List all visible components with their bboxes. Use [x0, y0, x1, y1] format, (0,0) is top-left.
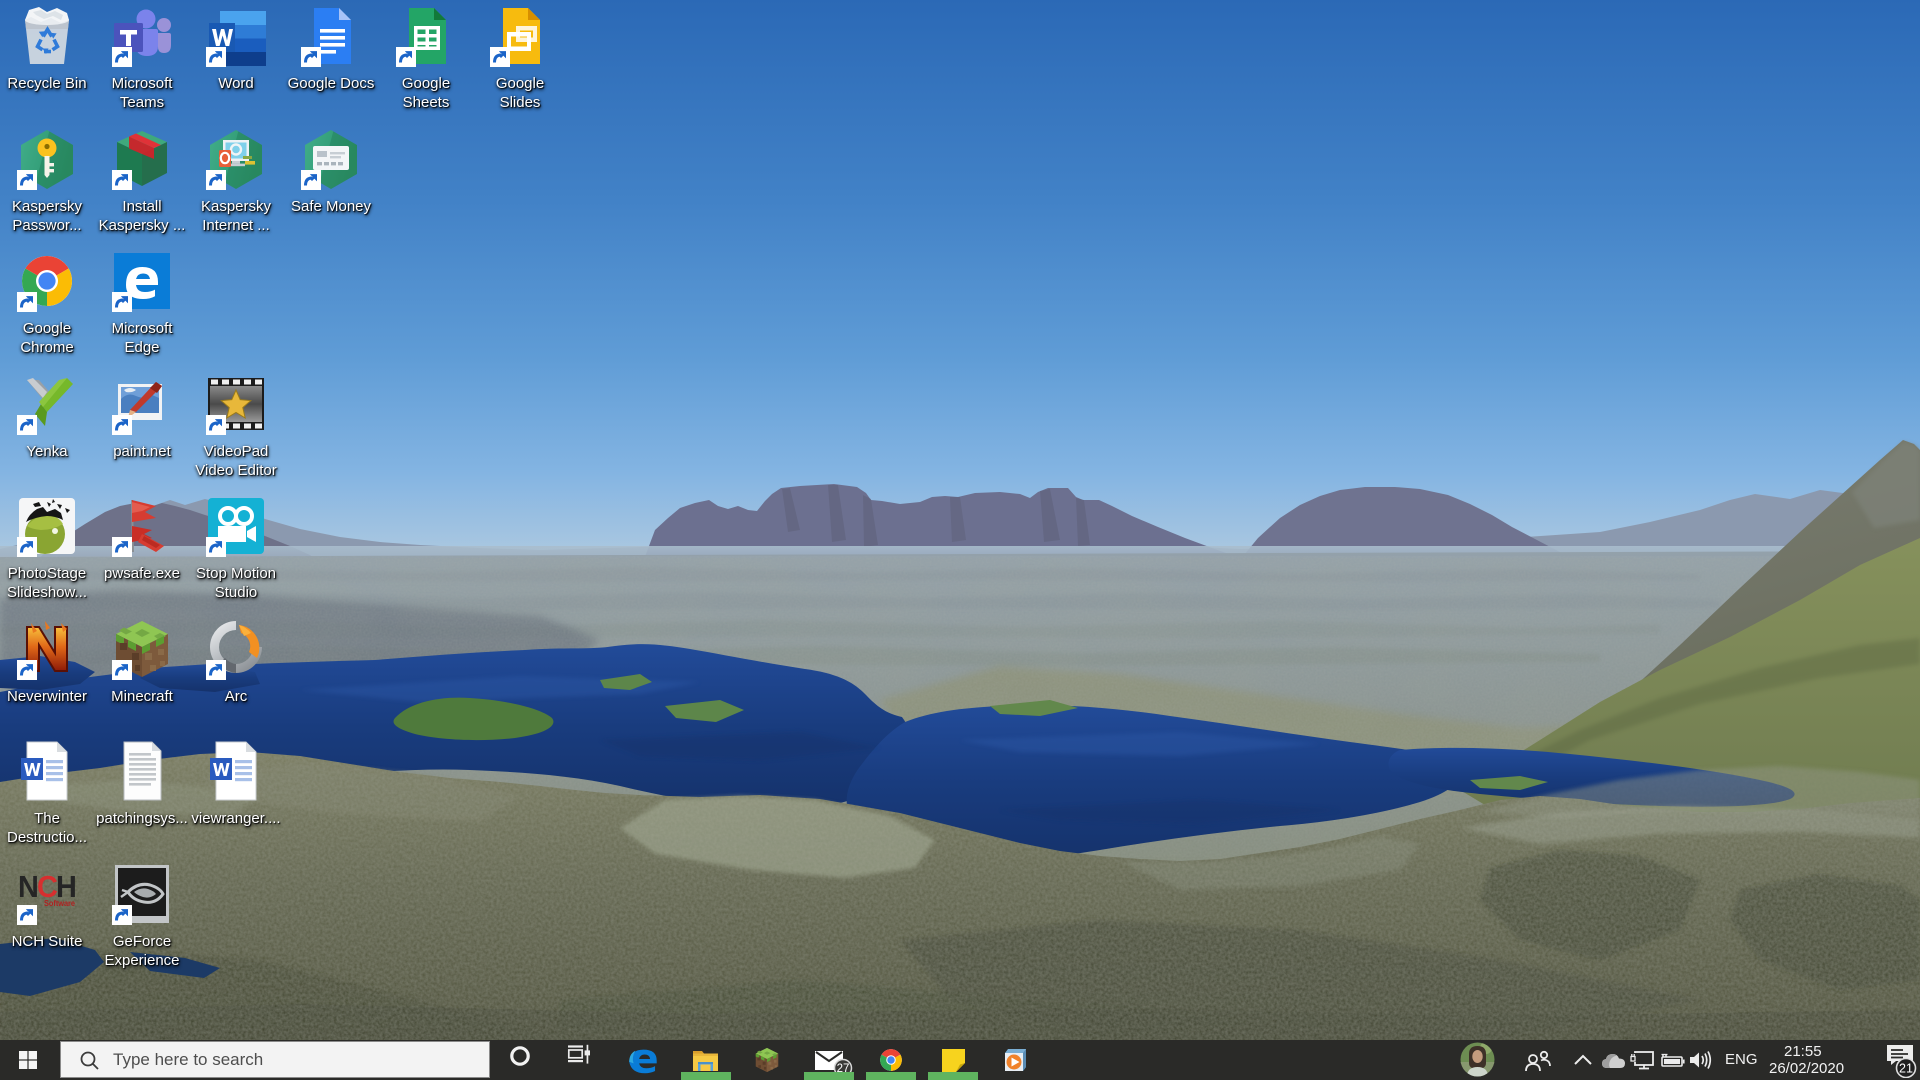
svg-text:21: 21: [1899, 1062, 1913, 1076]
